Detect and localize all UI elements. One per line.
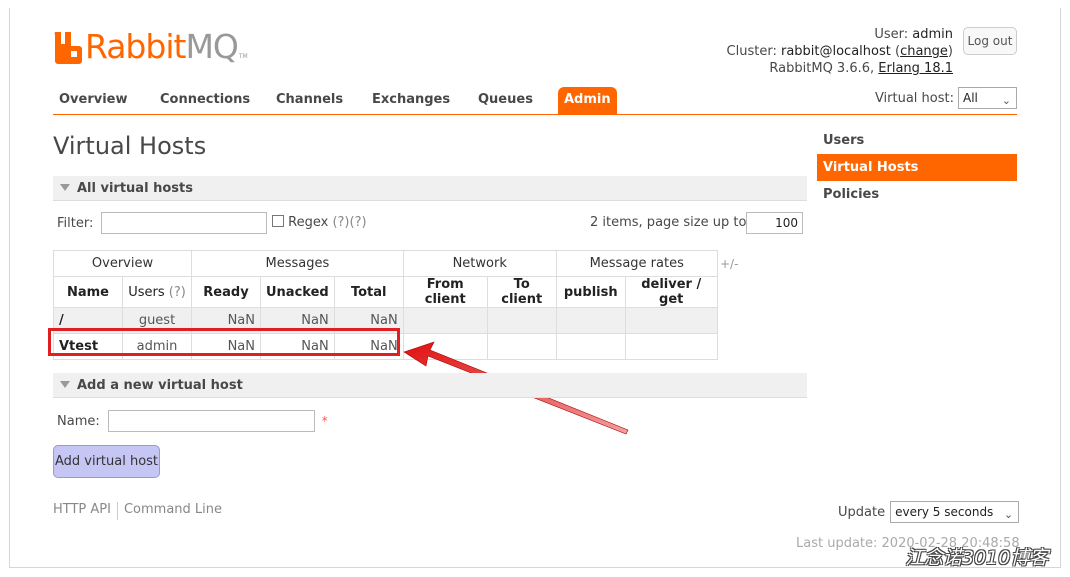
annotation-highlight-box bbox=[48, 328, 400, 356]
column-toggle-link[interactable]: +/- bbox=[720, 257, 738, 271]
name-label: Name: bbox=[57, 413, 100, 429]
all-virtual-hosts-toggle[interactable]: All virtual hosts bbox=[53, 176, 807, 201]
cluster-name: rabbit@localhost bbox=[780, 44, 891, 59]
tab-admin[interactable]: Admin bbox=[558, 87, 617, 114]
regex-help-link[interactable]: (?)(?) bbox=[332, 215, 366, 230]
collapse-triangle-icon bbox=[60, 381, 70, 388]
main-nav: Overview Connections Channels Exchanges … bbox=[53, 87, 1017, 115]
http-api-link[interactable]: HTTP API bbox=[53, 502, 111, 520]
vhost-name-input[interactable] bbox=[107, 410, 315, 432]
rabbitmq-logo: RabbitMQ TM bbox=[53, 26, 248, 64]
users-help-link[interactable]: (?) bbox=[169, 285, 186, 300]
tab-exchanges[interactable]: Exchanges bbox=[372, 92, 450, 107]
tab-queues[interactable]: Queues bbox=[478, 92, 533, 107]
sidebar-item-policies[interactable]: Policies bbox=[817, 181, 1017, 208]
watermark: 江念诺3010博客 bbox=[905, 547, 1049, 569]
page-title: Virtual Hosts bbox=[53, 132, 207, 160]
filter-row: Filter: Regex (?)(?) 2 items, page size … bbox=[57, 212, 803, 236]
sidebar-item-users[interactable]: Users bbox=[817, 127, 1017, 154]
column-header-from-client[interactable]: From client bbox=[402, 276, 488, 308]
filter-label: Filter: bbox=[57, 216, 94, 231]
admin-sidebar: Users Virtual Hosts Policies bbox=[817, 127, 1017, 208]
command-line-link[interactable]: Command Line bbox=[124, 502, 222, 520]
column-header-deliver-get[interactable]: deliver / get bbox=[624, 276, 718, 308]
logout-button[interactable]: Log out bbox=[963, 27, 1017, 55]
update-label: Update bbox=[838, 504, 886, 520]
chevron-down-icon: ⌄ bbox=[1001, 94, 1011, 107]
group-header-overview: Overview bbox=[53, 250, 192, 277]
name-field-row: Name: * bbox=[57, 410, 328, 432]
column-header-publish[interactable]: publish bbox=[555, 276, 626, 308]
current-user: admin bbox=[912, 27, 953, 42]
group-header-messages: Messages bbox=[191, 250, 404, 277]
column-header-name[interactable]: Name bbox=[53, 276, 123, 308]
tab-overview[interactable]: Overview bbox=[59, 92, 128, 107]
vhost-deliver-get bbox=[624, 307, 718, 334]
rabbit-logo-icon bbox=[54, 32, 82, 64]
regex-checkbox[interactable] bbox=[272, 215, 284, 227]
items-count-text: 2 items, page size up to bbox=[590, 215, 747, 230]
version-text: RabbitMQ 3.6.6, bbox=[769, 61, 875, 76]
virtual-host-selector: Virtual host: All ⌄ bbox=[875, 87, 1017, 109]
virtual-host-label: Virtual host: bbox=[874, 90, 954, 106]
collapse-triangle-icon bbox=[60, 184, 70, 191]
footer-divider bbox=[116, 502, 118, 520]
column-header-ready[interactable]: Ready bbox=[191, 276, 261, 308]
virtual-host-select[interactable]: All ⌄ bbox=[958, 87, 1017, 109]
logo-text: RabbitMQ bbox=[85, 27, 239, 66]
user-info: User: admin Cluster: rabbit@localhost (c… bbox=[726, 27, 953, 76]
filter-input[interactable] bbox=[101, 212, 267, 234]
tab-channels[interactable]: Channels bbox=[276, 92, 343, 107]
footer-links: HTTP API Command Line bbox=[53, 502, 222, 520]
column-header-users[interactable]: Users (?) bbox=[122, 276, 192, 308]
add-virtual-host-toggle[interactable]: Add a new virtual host bbox=[53, 373, 807, 398]
group-header-network: Network bbox=[402, 250, 557, 277]
column-header-to-client[interactable]: To client bbox=[486, 276, 557, 308]
regex-group: Regex (?)(?) bbox=[272, 215, 367, 230]
column-header-unacked[interactable]: Unacked bbox=[260, 276, 335, 308]
sidebar-item-virtual-hosts[interactable]: Virtual Hosts bbox=[817, 154, 1017, 181]
tab-connections[interactable]: Connections bbox=[160, 92, 250, 107]
logo-trademark: TM bbox=[238, 53, 248, 60]
group-header-message-rates: Message rates bbox=[555, 250, 718, 277]
required-marker: * bbox=[321, 414, 328, 428]
column-header-total[interactable]: Total bbox=[333, 276, 404, 308]
add-virtual-host-button[interactable]: Add virtual host bbox=[53, 445, 160, 478]
erlang-version-link[interactable]: Erlang 18.1 bbox=[878, 61, 953, 76]
chevron-down-icon: ⌄ bbox=[1003, 508, 1014, 521]
update-selector: Update every 5 seconds ⌄ bbox=[838, 501, 1020, 523]
update-interval-select[interactable]: every 5 seconds ⌄ bbox=[890, 501, 1020, 523]
regex-label: Regex bbox=[288, 215, 329, 230]
vhost-deliver-get bbox=[624, 333, 718, 360]
change-cluster-link[interactable]: change bbox=[900, 44, 948, 59]
page-size-input[interactable]: 100 bbox=[746, 212, 803, 234]
